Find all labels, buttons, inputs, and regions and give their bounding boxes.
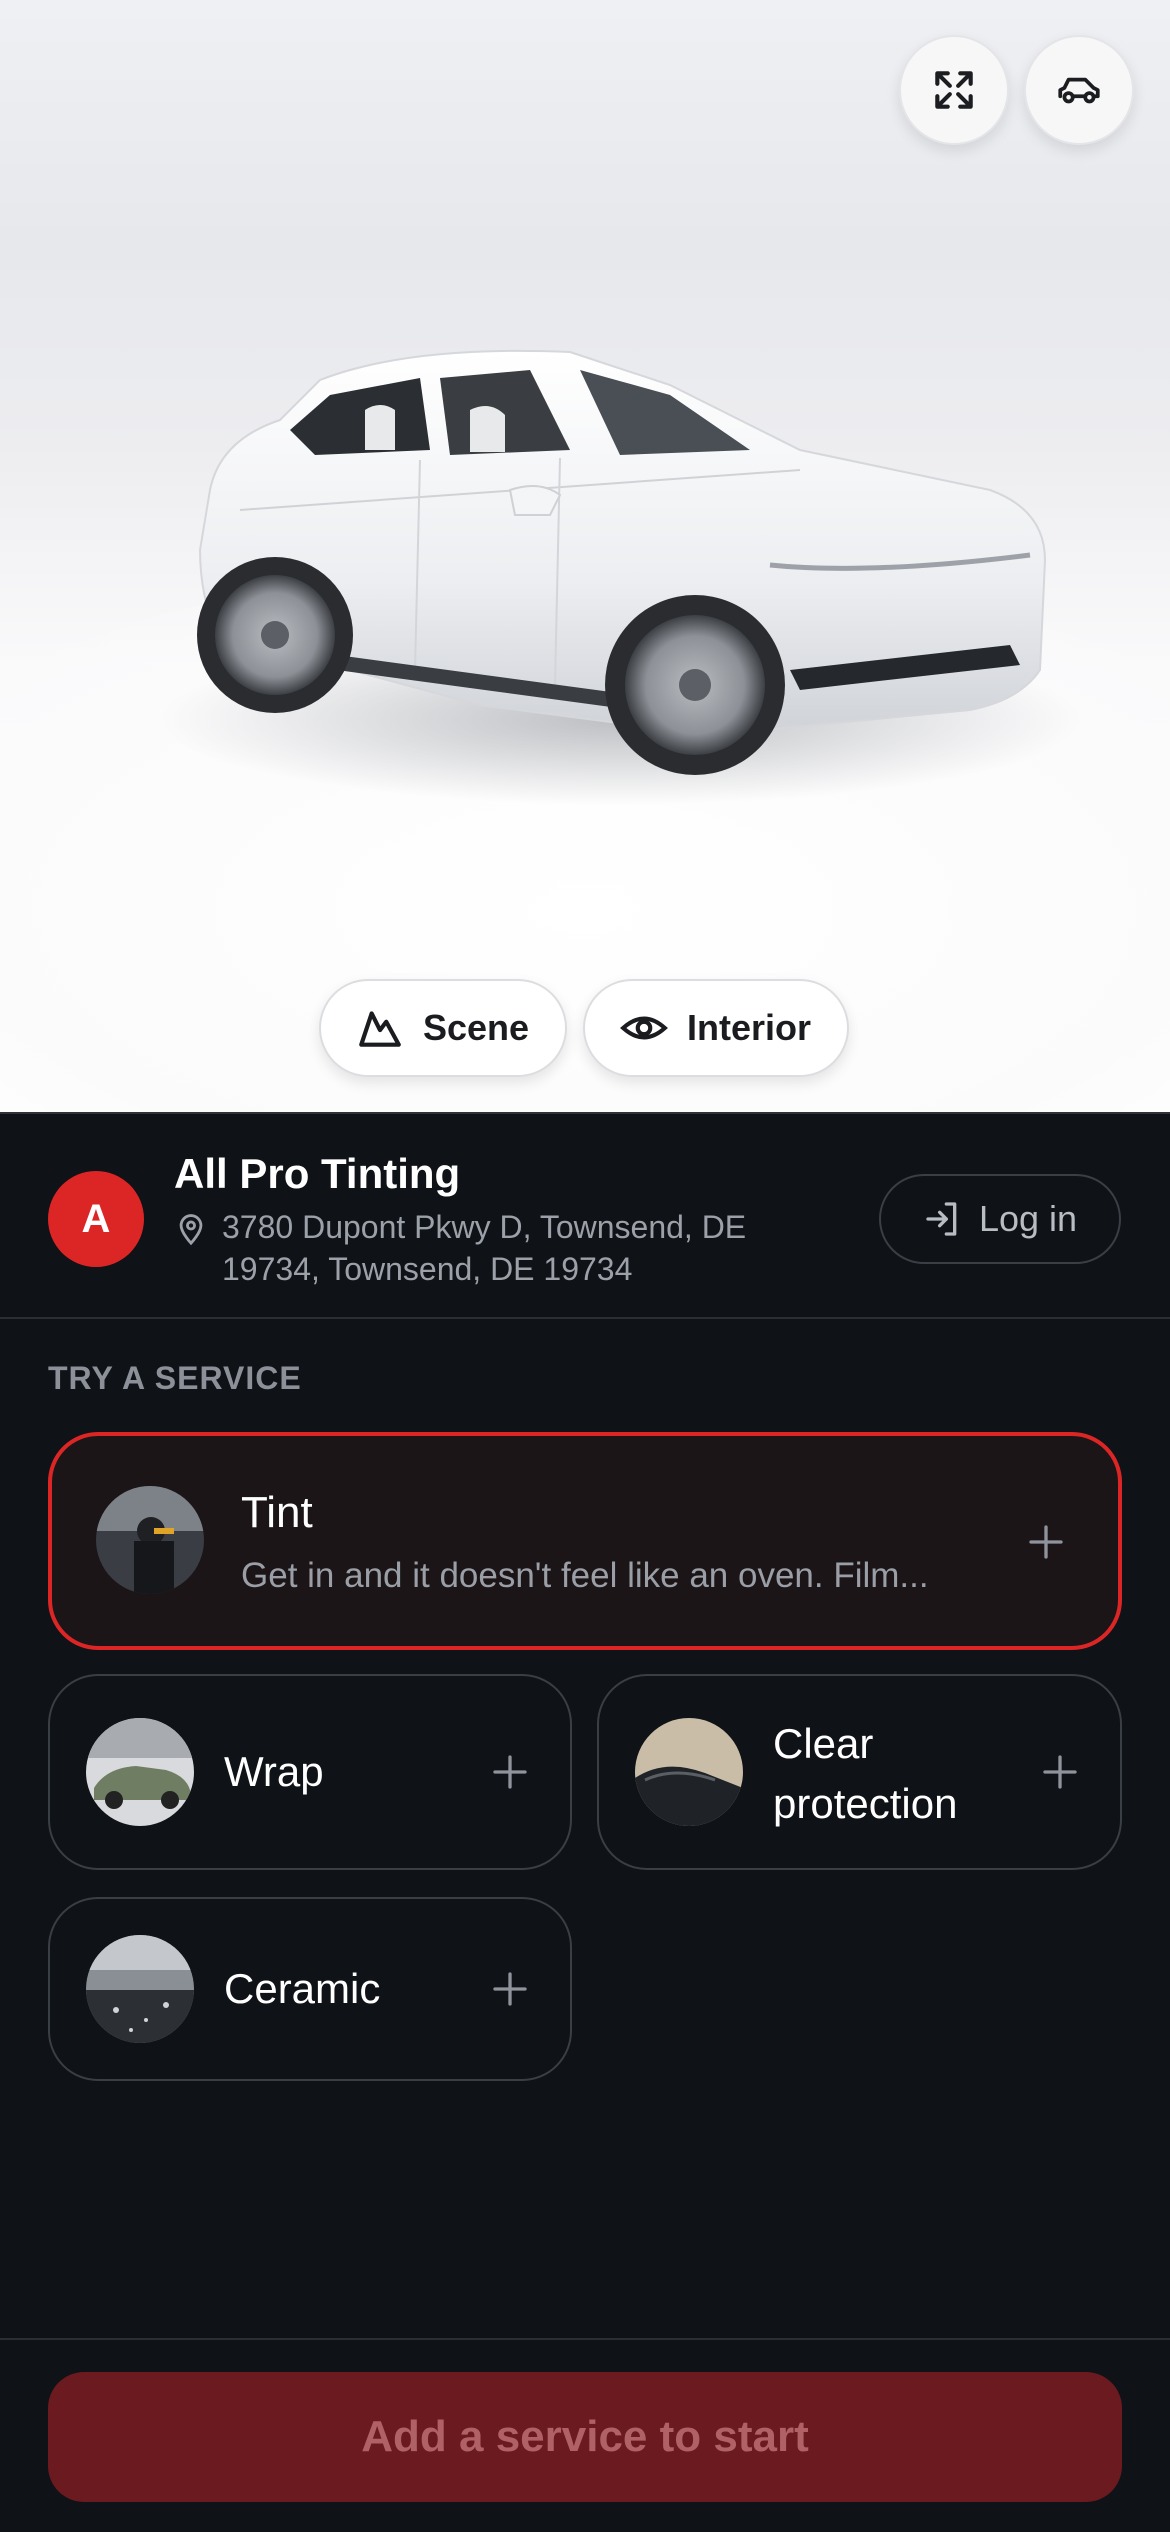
login-arrow-icon bbox=[926, 1202, 957, 1236]
service-panel: A All Pro Tinting 3780 Dupont Pkwy D, To… bbox=[0, 1112, 1170, 2532]
eye-icon bbox=[620, 1016, 668, 1040]
fullscreen-button[interactable] bbox=[899, 35, 1009, 145]
mountain-icon bbox=[359, 1011, 401, 1047]
tint-thumbnail bbox=[96, 1486, 204, 1594]
service-card-clear-protection[interactable]: Clear protection bbox=[597, 1674, 1122, 1870]
scene-label: Scene bbox=[423, 1007, 530, 1048]
car-icon bbox=[1058, 77, 1100, 104]
shop-avatar: A bbox=[48, 1171, 144, 1267]
interior-button[interactable]: Interior bbox=[583, 979, 850, 1077]
ceramic-thumbnail bbox=[86, 1935, 194, 2043]
login-button[interactable]: Log in bbox=[879, 1174, 1121, 1264]
add-tint-plus-icon[interactable] bbox=[1026, 1522, 1066, 1562]
clear-protection-thumbnail bbox=[635, 1718, 743, 1826]
tint-title: Tint bbox=[241, 1488, 313, 1537]
shop-name: All Pro Tinting bbox=[174, 1150, 461, 1197]
service-card-wrap[interactable]: Wrap bbox=[48, 1674, 572, 1870]
select-vehicle-button[interactable] bbox=[1024, 35, 1134, 145]
clear-protection-title: Clear protection bbox=[773, 1714, 957, 1834]
service-card-ceramic[interactable]: Ceramic bbox=[48, 1897, 572, 2081]
add-service-cta-button[interactable]: Add a service to start bbox=[48, 2372, 1122, 2502]
vehicle-viewer[interactable]: Scene Interior bbox=[0, 0, 1170, 1112]
section-title: TRY A SERVICE bbox=[48, 1360, 302, 1396]
login-label: Log in bbox=[978, 1198, 1078, 1239]
clear-protection-title-line2: protection bbox=[773, 1780, 958, 1827]
tint-description: Get in and it doesn't feel like an oven.… bbox=[241, 1556, 929, 1595]
location-pin-icon bbox=[179, 1214, 203, 1246]
wrap-title: Wrap bbox=[224, 1748, 324, 1795]
add-ceramic-plus-icon[interactable] bbox=[490, 1969, 530, 2009]
wrap-thumbnail bbox=[86, 1718, 194, 1826]
shop-address-text: 3780 Dupont Pkwy D, Townsend, DE 19734, … bbox=[222, 1209, 747, 1287]
ceramic-title: Ceramic bbox=[224, 1965, 381, 2012]
footer-bar: Add a service to start bbox=[0, 2338, 1170, 2532]
shop-header: A All Pro Tinting 3780 Dupont Pkwy D, To… bbox=[0, 1114, 1170, 1319]
clear-protection-title-line1: Clear bbox=[773, 1720, 874, 1767]
interior-label: Interior bbox=[687, 1007, 812, 1048]
shop-address: 3780 Dupont Pkwy D, Townsend, DE 19734, … bbox=[174, 1206, 814, 1290]
expand-icon bbox=[935, 71, 973, 109]
service-card-tint[interactable]: Tint Get in and it doesn't feel like an … bbox=[48, 1432, 1122, 1650]
add-clear-protection-plus-icon[interactable] bbox=[1040, 1752, 1080, 1792]
add-wrap-plus-icon[interactable] bbox=[490, 1752, 530, 1792]
scene-button[interactable]: Scene bbox=[319, 979, 568, 1077]
vehicle-3d-model[interactable] bbox=[150, 340, 1080, 840]
